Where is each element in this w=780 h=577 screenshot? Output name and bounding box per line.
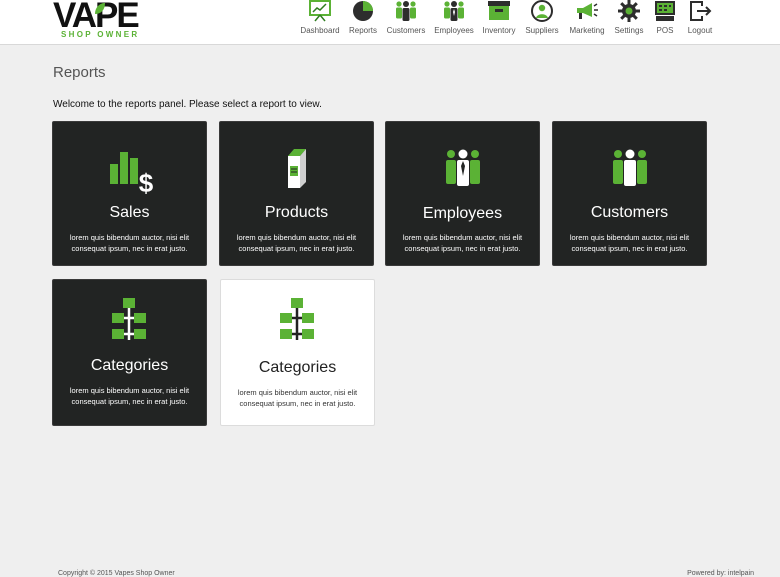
card-description: lorem quis bibendum auctor, nisi elit co… (569, 233, 690, 253)
nav-label: Inventory (482, 26, 516, 35)
svg-text:$: $ (138, 168, 153, 194)
report-card-sales[interactable]: $ Sales lorem quis bibendum auctor, nisi… (52, 121, 207, 266)
report-card-products[interactable]: Products lorem quis bibendum auctor, nis… (219, 121, 374, 266)
pie-chart-icon (353, 1, 373, 21)
nav-dashboard[interactable]: Dashboard (300, 0, 340, 44)
nav-label: Customers (386, 26, 426, 35)
card-title: Sales (109, 204, 150, 221)
card-icon-wrap (553, 146, 706, 199)
customers-icon (396, 1, 416, 21)
card-title: Employees (422, 205, 503, 222)
nav-label: Settings (614, 26, 644, 35)
nav-reports[interactable]: Reports (348, 0, 378, 44)
nav-label: Employees (434, 26, 474, 35)
card-icon-wrap (220, 146, 373, 199)
card-description: lorem quis bibendum auctor, nisi elit co… (69, 233, 190, 253)
report-card-customers[interactable]: Customers lorem quis bibendum auctor, ni… (552, 121, 707, 266)
nav-label: Reports (348, 26, 378, 35)
card-description: lorem quis bibendum auctor, nisi elit co… (402, 233, 523, 253)
category-tree-icon (279, 298, 314, 340)
nav-settings[interactable]: Settings (613, 0, 645, 44)
suppliers-icon (531, 0, 553, 22)
employees-icon (444, 1, 464, 21)
report-card-categories-hover[interactable]: Categories lorem quis bibendum auctor, n… (220, 279, 375, 426)
card-icon-wrap (221, 296, 374, 351)
report-card-categories[interactable]: Categories lorem quis bibendum auctor, n… (52, 279, 207, 426)
card-title: Categories (90, 357, 169, 374)
nav-suppliers[interactable]: Suppliers (525, 0, 559, 44)
card-title: Customers (590, 204, 669, 221)
main-nav: Dashboard Reports Customers Employees In… (0, 0, 780, 44)
nav-employees[interactable]: Employees (434, 0, 474, 44)
card-description: lorem quis bibendum auctor, nisi elit co… (237, 388, 358, 408)
report-card-employees[interactable]: Employees lorem quis bibendum auctor, ni… (385, 121, 540, 266)
nav-inventory[interactable]: Inventory (482, 0, 516, 44)
sales-chart-icon: $ (109, 152, 153, 194)
megaphone-icon (577, 3, 598, 19)
card-icon-wrap (386, 146, 539, 199)
card-title: Products (264, 204, 329, 221)
nav-pos[interactable]: POS (652, 0, 678, 44)
inventory-box-icon (488, 1, 510, 20)
welcome-text: Welcome to the reports panel. Please sel… (53, 99, 322, 110)
category-tree-icon (111, 298, 146, 340)
nav-label: Logout (687, 26, 713, 35)
nav-customers[interactable]: Customers (387, 0, 425, 44)
dashboard-icon (309, 0, 331, 22)
gear-icon (618, 0, 640, 22)
page-title: Reports (53, 64, 106, 81)
employees-icon (445, 149, 480, 186)
nav-label: Marketing (569, 26, 605, 35)
logout-icon (690, 1, 712, 21)
pos-register-icon (655, 1, 675, 21)
nav-label: POS (656, 26, 674, 35)
card-title: Categories (258, 359, 337, 376)
nav-label: Suppliers (525, 26, 559, 35)
customers-icon (612, 149, 647, 186)
nav-label: Dashboard (300, 26, 340, 35)
top-header: VAPE SHOP OWNER Dashboard Reports Custom… (0, 0, 780, 45)
nav-marketing[interactable]: Marketing (568, 0, 606, 44)
product-carton-icon (287, 149, 306, 188)
card-icon-wrap: $ (53, 146, 206, 199)
card-description: lorem quis bibendum auctor, nisi elit co… (236, 233, 357, 253)
card-description: lorem quis bibendum auctor, nisi elit co… (69, 386, 190, 406)
nav-logout[interactable]: Logout (686, 0, 714, 44)
card-icon-wrap (53, 296, 206, 351)
